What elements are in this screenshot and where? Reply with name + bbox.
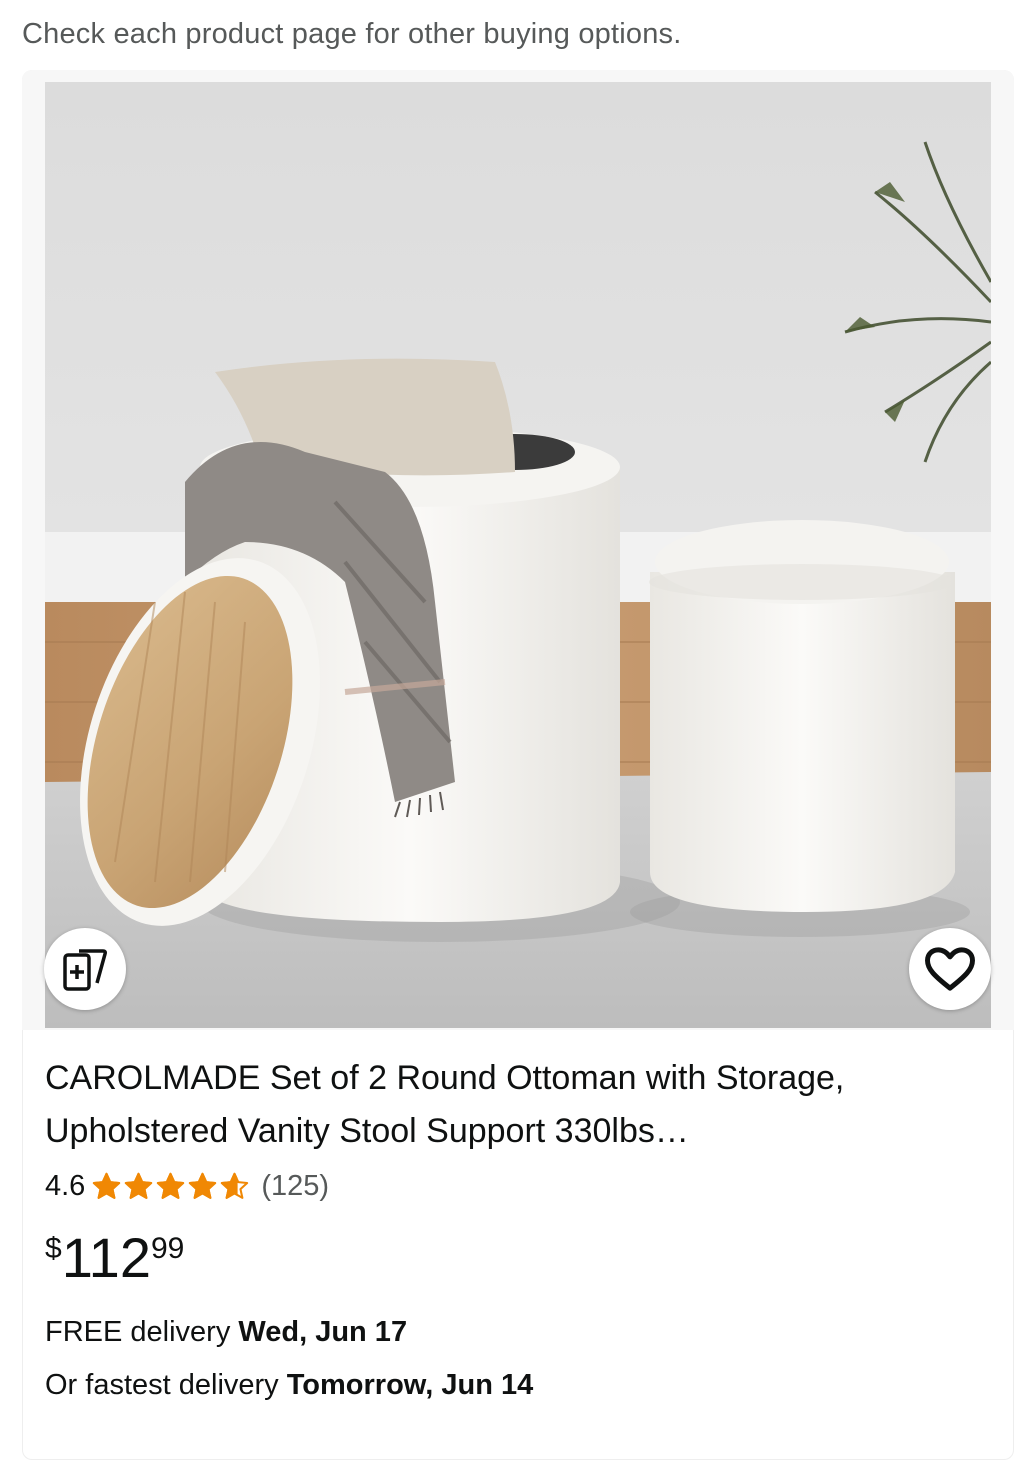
ottoman-photo: [45, 82, 991, 1028]
star-icon: [189, 1172, 217, 1199]
rating-row: 4.6 (125): [45, 1166, 329, 1206]
star-rating[interactable]: [91, 1171, 251, 1202]
add-to-compare-icon: [63, 949, 107, 991]
rating-value: 4.6: [45, 1169, 86, 1202]
product-image[interactable]: [45, 82, 991, 1028]
star-icon: [125, 1172, 153, 1199]
fastest-delivery-date: Tomorrow, Jun 14: [286, 1369, 534, 1401]
fastest-delivery-label: Or fastest delivery: [45, 1369, 287, 1401]
product-card[interactable]: CAROLMADE Set of 2 Round Ottoman with St…: [22, 70, 1014, 1460]
star-icon: [221, 1172, 249, 1199]
add-to-compare-button[interactable]: [44, 928, 126, 1010]
price: $ 112 99: [45, 1226, 184, 1290]
product-title[interactable]: CAROLMADE Set of 2 Round Ottoman with St…: [45, 1052, 985, 1158]
price-symbol: $: [45, 1232, 62, 1265]
review-count[interactable]: (125): [261, 1170, 329, 1203]
product-image-area: [22, 70, 1014, 1030]
add-to-list-button[interactable]: [909, 928, 991, 1010]
fastest-delivery-line: Or fastest delivery Tomorrow, Jun 14: [45, 1369, 533, 1402]
price-whole: 112: [61, 1226, 151, 1289]
price-fraction: 99: [150, 1232, 185, 1265]
star-icon: [93, 1172, 121, 1199]
free-delivery-date: Wed, Jun 17: [238, 1316, 408, 1348]
star-icon: [157, 1172, 185, 1199]
buying-options-notice: Check each product page for other buying…: [22, 18, 682, 50]
heart-outline-icon: [925, 947, 975, 991]
free-delivery-label: FREE delivery: [45, 1316, 239, 1348]
free-delivery-line: FREE delivery Wed, Jun 17: [45, 1316, 407, 1349]
